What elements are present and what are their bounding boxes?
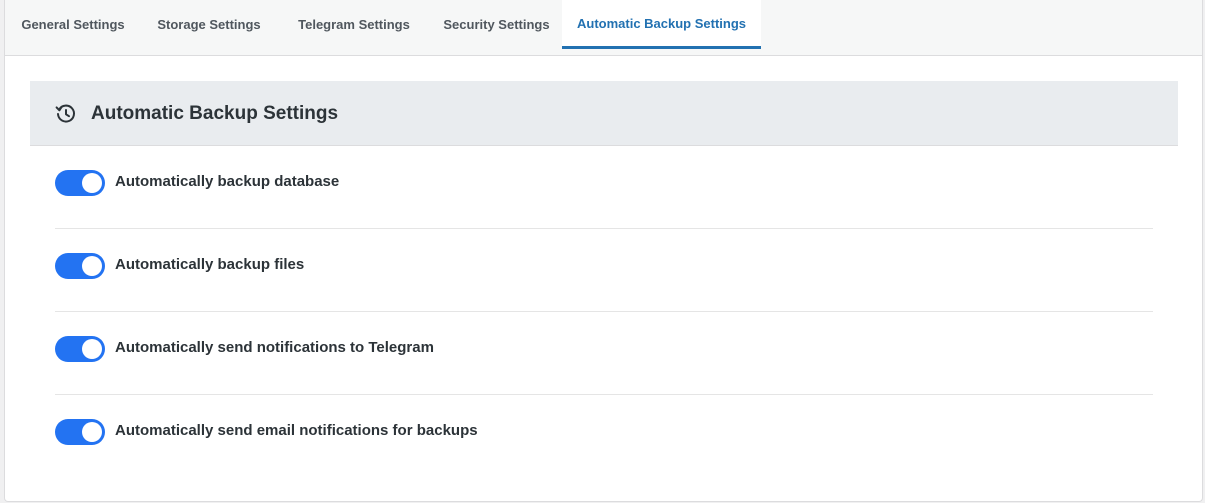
setting-label: Automatically send email notifications f… xyxy=(115,422,478,439)
toggle-knob xyxy=(82,339,102,359)
backup-files-toggle[interactable] xyxy=(55,253,105,279)
tab-security-settings[interactable]: Security Settings xyxy=(431,0,562,48)
tab-bar: General Settings Storage Settings Telegr… xyxy=(5,0,1202,56)
setting-row-backup-files: Automatically backup files xyxy=(55,229,1153,312)
telegram-notifications-toggle[interactable] xyxy=(55,336,105,362)
toggle-knob xyxy=(82,256,102,276)
setting-row-telegram-notifications: Automatically send notifications to Tele… xyxy=(55,312,1153,395)
automatic-backup-panel: Automatic Backup Settings Automatically … xyxy=(30,81,1178,471)
toggle-knob xyxy=(82,173,102,193)
tab-telegram-settings[interactable]: Telegram Settings xyxy=(277,0,431,48)
history-icon xyxy=(54,102,78,126)
settings-page: General Settings Storage Settings Telegr… xyxy=(4,0,1203,502)
panel-header: Automatic Backup Settings xyxy=(30,81,1178,146)
setting-row-email-notifications: Automatically send email notifications f… xyxy=(55,395,1153,478)
toggle-knob xyxy=(82,422,102,442)
setting-label: Automatically send notifications to Tele… xyxy=(115,339,434,356)
tab-storage-settings[interactable]: Storage Settings xyxy=(141,0,277,48)
email-notifications-toggle[interactable] xyxy=(55,419,105,445)
backup-database-toggle[interactable] xyxy=(55,170,105,196)
panel-title: Automatic Backup Settings xyxy=(91,103,339,124)
setting-row-backup-database: Automatically backup database xyxy=(55,146,1153,229)
setting-label: Automatically backup files xyxy=(115,256,305,273)
setting-label: Automatically backup database xyxy=(115,173,340,190)
tab-general-settings[interactable]: General Settings xyxy=(5,0,141,48)
tab-automatic-backup-settings[interactable]: Automatic Backup Settings xyxy=(562,0,761,49)
